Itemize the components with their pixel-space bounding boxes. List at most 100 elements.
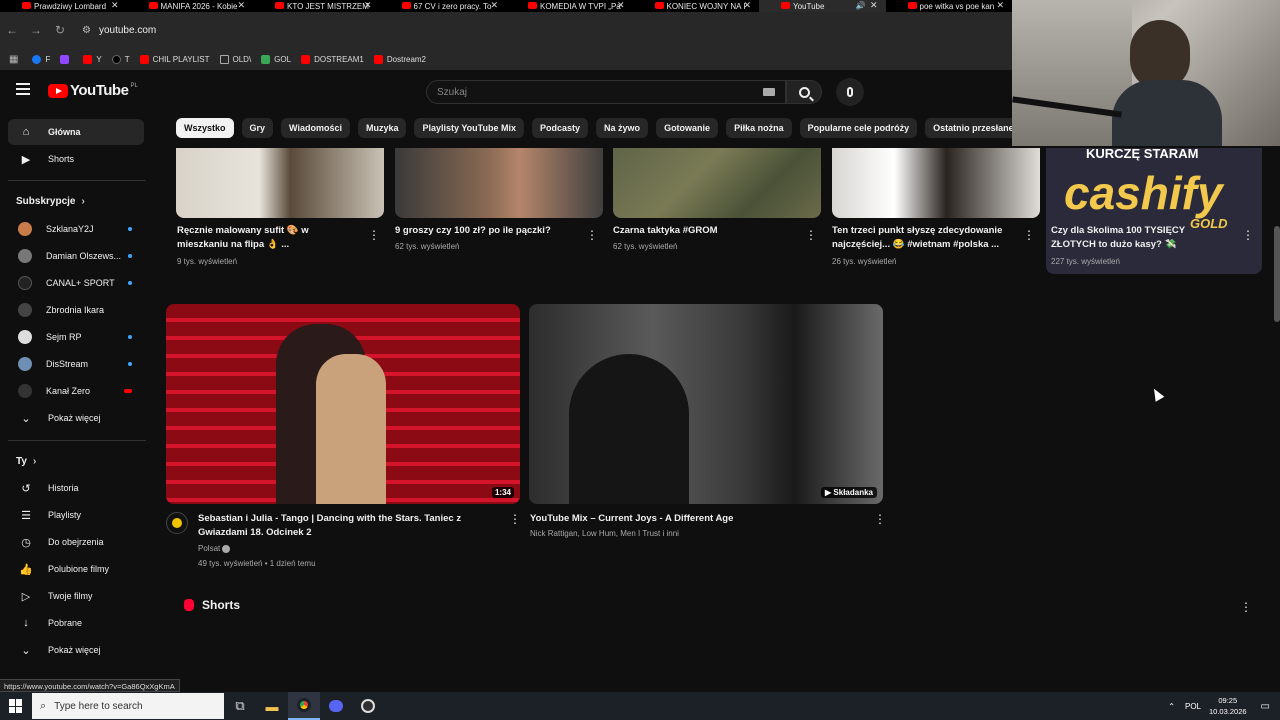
- subscription-item[interactable]: CANAL+ SPORT: [8, 270, 144, 296]
- bookmark-folder[interactable]: OLD\: [219, 54, 251, 64]
- more-options-icon[interactable]: ⋮: [1242, 229, 1254, 241]
- sidebar-item-playlists[interactable]: ☰ Playlisty: [8, 502, 144, 528]
- apps-grid-icon[interactable]: ▦: [9, 54, 18, 65]
- chip[interactable]: Podcasty: [532, 118, 589, 138]
- close-tab-icon[interactable]: ✕: [111, 0, 119, 11]
- channel-avatar[interactable]: [166, 512, 188, 534]
- chip[interactable]: Wiadomości: [281, 118, 350, 138]
- back-icon[interactable]: ←: [0, 23, 24, 37]
- subscription-item[interactable]: DisStream: [8, 351, 144, 377]
- video-title[interactable]: Sebastian i Julia - Tango | Dancing with…: [198, 512, 498, 540]
- video-thumbnail[interactable]: 1:34: [166, 304, 520, 504]
- chip[interactable]: Muzyka: [357, 118, 407, 138]
- subscription-item[interactable]: Damian Olszews...: [8, 243, 144, 269]
- notifications-icon[interactable]: ▭: [1261, 701, 1270, 712]
- chip[interactable]: Popularne cele podróży: [799, 118, 918, 138]
- more-options-icon[interactable]: ⋮: [509, 513, 521, 525]
- more-options-icon[interactable]: ⋮: [805, 229, 817, 241]
- bookmark[interactable]: [60, 54, 73, 64]
- chevron-up-icon[interactable]: ⌃: [1168, 702, 1175, 711]
- subscription-item[interactable]: Sejm RP: [8, 324, 144, 350]
- task-view-icon[interactable]: ⧉: [224, 692, 256, 720]
- video-title[interactable]: Czarna taktyka #GROM: [613, 224, 793, 238]
- video-thumbnail[interactable]: [395, 148, 603, 218]
- subscription-item[interactable]: SzklanaY2J: [8, 216, 144, 242]
- show-more-subscriptions[interactable]: ⌄ Pokaż więcej: [8, 405, 144, 431]
- chip[interactable]: Playlisty YouTube Mix: [414, 118, 525, 138]
- language-indicator[interactable]: POL: [1185, 702, 1201, 711]
- search-input[interactable]: [437, 86, 757, 98]
- voice-search-button[interactable]: [836, 78, 864, 106]
- subscription-item[interactable]: Kanał Zero: [8, 378, 144, 404]
- more-options-icon[interactable]: ⋮: [1240, 601, 1252, 613]
- bookmark[interactable]: Dostream2: [373, 54, 426, 64]
- menu-icon[interactable]: [16, 83, 30, 97]
- speaker-icon[interactable]: 🔊: [856, 1, 866, 10]
- reload-icon[interactable]: ↻: [48, 23, 72, 37]
- taskbar-search[interactable]: ⌕ Type here to search: [32, 693, 224, 719]
- sidebar-item-shorts[interactable]: ▶ Shorts: [8, 146, 144, 172]
- video-title[interactable]: Czy dla Skolima 100 TYSIĘCY ZŁOTYCH to d…: [1051, 224, 1231, 252]
- file-explorer-icon[interactable]: ▬: [256, 692, 288, 720]
- channel-name[interactable]: Polsat: [198, 544, 231, 553]
- you-heading[interactable]: Ty ›: [16, 456, 36, 467]
- bookmark[interactable]: DOSTREAM1: [301, 54, 364, 64]
- url-field[interactable]: ⚙ youtube.com: [82, 25, 156, 36]
- bookmark[interactable]: F: [32, 54, 50, 64]
- video-thumbnail[interactable]: [613, 148, 821, 218]
- windows-start-icon[interactable]: [9, 699, 23, 713]
- sidebar-item-downloads[interactable]: ↓ Pobrane: [8, 610, 144, 636]
- more-options-icon[interactable]: ⋮: [1023, 229, 1035, 241]
- forward-icon[interactable]: →: [24, 23, 48, 37]
- video-title[interactable]: Ręcznie malowany sufit 🎨 w mieszkaniu na…: [177, 224, 357, 252]
- browser-tab[interactable]: Prawdziwy Lombard ✕: [0, 0, 127, 12]
- search-button[interactable]: [786, 80, 822, 104]
- browser-tab[interactable]: KOMEDIA W TVPI „Pa ✕: [506, 0, 633, 12]
- scrollbar-thumb[interactable]: [1274, 226, 1280, 322]
- sidebar-item-history[interactable]: ↺ Historia: [8, 475, 144, 501]
- video-title[interactable]: Ten trzeci punkt słyszę zdecydowanie naj…: [832, 224, 1018, 252]
- video-title[interactable]: 9 groszy czy 100 zł? po ile pączki?: [395, 224, 575, 238]
- close-tab-icon[interactable]: ✕: [870, 0, 878, 11]
- browser-tab[interactable]: 67 CV i zero pracy. To ✕: [380, 0, 507, 12]
- sidebar-item-watch-later[interactable]: ◷ Do obejrzenia: [8, 529, 144, 555]
- subscriptions-heading[interactable]: Subskrypcje ›: [16, 196, 85, 207]
- browser-tab[interactable]: KTO JEST MISTRZEM ✕: [253, 0, 380, 12]
- video-title[interactable]: YouTube Mix – Current Joys - A Different…: [530, 512, 850, 526]
- sidebar-item-show-more[interactable]: ⌄ Pokaż więcej: [8, 637, 144, 663]
- more-options-icon[interactable]: ⋮: [586, 229, 598, 241]
- bookmark[interactable]: T: [111, 54, 130, 64]
- close-tab-icon[interactable]: ✕: [743, 0, 751, 11]
- video-thumbnail[interactable]: [176, 148, 384, 218]
- bookmark[interactable]: CHIL PLAYLIST: [139, 54, 210, 64]
- chip-all[interactable]: Wszystko: [176, 118, 234, 138]
- more-options-icon[interactable]: ⋮: [368, 229, 380, 241]
- browser-tab[interactable]: MANIFA 2026 - Kobie ✕: [127, 0, 254, 12]
- sidebar-item-liked[interactable]: 👍 Polubione filmy: [8, 556, 144, 582]
- discord-icon[interactable]: [320, 692, 352, 720]
- browser-tab[interactable]: poe witka vs poe kan ✕: [886, 0, 1013, 12]
- close-tab-icon[interactable]: ✕: [617, 0, 625, 11]
- sidebar-item-home[interactable]: ⌂ Główna: [8, 119, 144, 145]
- youtube-logo[interactable]: YouTube PL: [48, 82, 138, 99]
- chip[interactable]: Na żywo: [596, 118, 649, 138]
- browser-tab-active[interactable]: YouTube 🔊 ✕: [759, 0, 886, 12]
- clock[interactable]: 09:25 10.03.2026: [1209, 695, 1247, 717]
- close-tab-icon[interactable]: ✕: [237, 0, 245, 11]
- video-thumbnail[interactable]: [832, 148, 1040, 218]
- more-options-icon[interactable]: ⋮: [874, 513, 886, 525]
- close-tab-icon[interactable]: ✕: [996, 0, 1004, 11]
- video-thumbnail[interactable]: ▶ Składanka: [529, 304, 883, 504]
- chip[interactable]: Piłka nożna: [726, 118, 792, 138]
- close-tab-icon[interactable]: ✕: [490, 0, 498, 11]
- sidebar-item-your-videos[interactable]: ▷ Twoje filmy: [8, 583, 144, 609]
- bookmark[interactable]: Y: [83, 54, 102, 64]
- browser-tab[interactable]: KONIEC WOJNY NA I ✕: [633, 0, 760, 12]
- bookmark[interactable]: GOL: [261, 54, 291, 64]
- keyboard-icon[interactable]: [763, 88, 775, 96]
- chrome-icon[interactable]: [288, 692, 320, 720]
- chip[interactable]: Gotowanie: [656, 118, 719, 138]
- video-thumbnail[interactable]: KURCZĘ STARAM cashify GOLD: [1046, 148, 1262, 274]
- site-info-icon[interactable]: ⚙: [82, 25, 91, 36]
- close-tab-icon[interactable]: ✕: [364, 0, 372, 11]
